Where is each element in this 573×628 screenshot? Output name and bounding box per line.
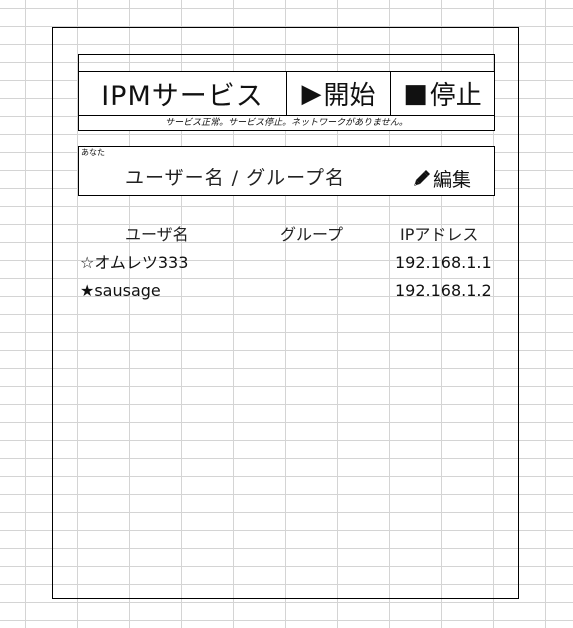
pencil-icon <box>414 170 430 186</box>
edit-button[interactable]: 編集 <box>413 166 479 191</box>
you-label: あなた <box>81 148 105 157</box>
header-group: グループ <box>280 225 344 244</box>
service-panel: IPMサービス ▶ 開始 ■ 停止 サービス正常。サービス停止。ネットワークがあ… <box>78 54 495 131</box>
table-row[interactable]: ★sausage 192.168.1.2 <box>0 281 573 301</box>
row-ip: 192.168.1.2 <box>395 281 492 300</box>
start-label: 開始 <box>323 81 376 111</box>
header-ip: IPアドレス <box>400 225 479 244</box>
header-username: ユーザ名 <box>125 225 189 244</box>
current-user-panel: あなた ユーザー名 / グループ名 編集 <box>78 146 495 196</box>
service-header: IPMサービス ▶ 開始 ■ 停止 <box>79 71 494 116</box>
table-row[interactable]: ☆オムレツ333 192.168.1.1 <box>0 253 573 273</box>
stop-button[interactable]: ■ 停止 <box>391 72 494 115</box>
row-username: ☆オムレツ333 <box>80 253 189 272</box>
stop-label: 停止 <box>429 81 482 111</box>
status-message: サービス正常。サービス停止。ネットワークがありません。 <box>79 116 494 130</box>
row-username: ★sausage <box>80 281 161 300</box>
play-icon: ▶ <box>301 78 322 109</box>
row-ip: 192.168.1.1 <box>395 253 492 272</box>
start-button[interactable]: ▶ 開始 <box>287 72 391 115</box>
user-group-name: ユーザー名 / グループ名 <box>125 167 345 189</box>
table-header: ユーザ名 グループ IPアドレス <box>0 225 573 245</box>
app-title: IPMサービス <box>79 72 287 115</box>
stop-icon: ■ <box>403 78 428 109</box>
edit-label: 編集 <box>433 168 472 191</box>
